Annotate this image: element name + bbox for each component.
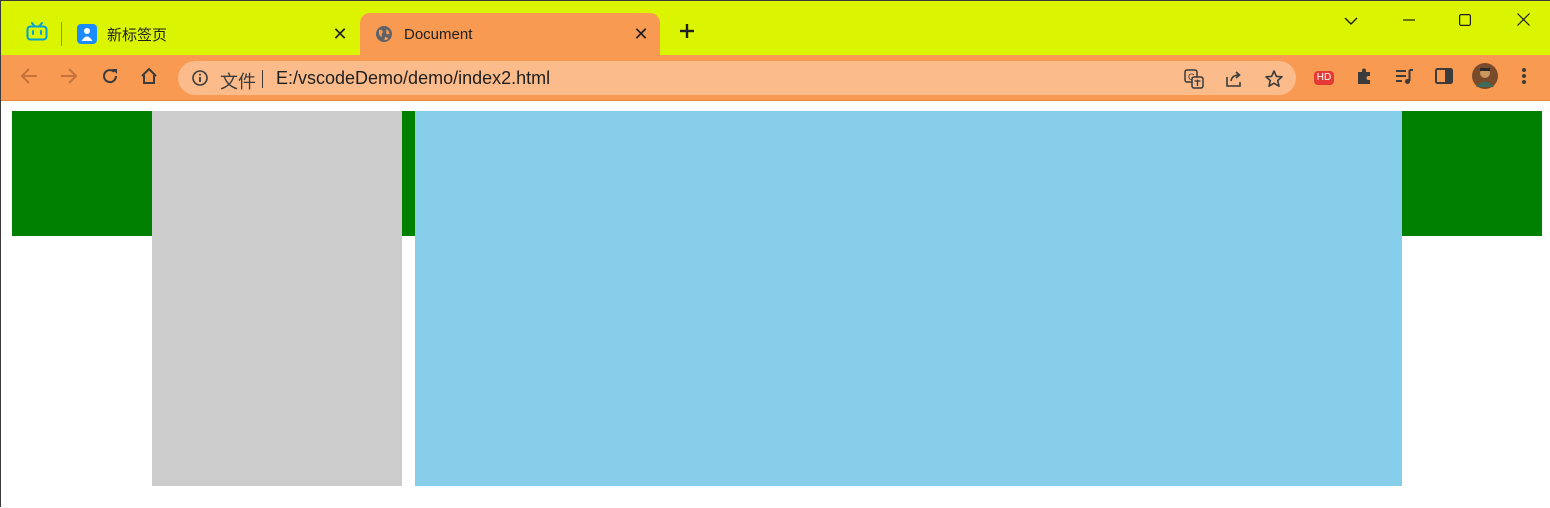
browser-window: 新标签页 ✕ Document ✕ 文件 E:/vscodeDemo/demo/… [0, 0, 1550, 508]
reload-icon [101, 67, 119, 90]
tab-title: Document [404, 25, 473, 43]
page-viewport [2, 101, 1550, 508]
share-icon[interactable] [1222, 67, 1246, 91]
scheme-label: 文件 [220, 72, 256, 92]
reload-button[interactable] [95, 64, 125, 92]
extensions-button[interactable] [1349, 64, 1379, 92]
side-panel-button[interactable] [1429, 64, 1459, 92]
avatar [1472, 62, 1498, 94]
minimize-icon [1403, 13, 1415, 31]
maximize-button[interactable] [1443, 7, 1487, 37]
tab-title: 新标签页 [107, 26, 168, 44]
home-icon [140, 67, 158, 90]
url-text[interactable]: E:/vscodeDemo/demo/index2.html [276, 68, 550, 89]
bilibili-tv-icon [26, 21, 48, 47]
bookmark-star-icon[interactable] [1262, 67, 1286, 91]
close-tab-icon[interactable]: ✕ [329, 23, 351, 45]
profile-button[interactable] [1470, 62, 1500, 94]
puzzle-icon [1354, 66, 1374, 91]
maximize-icon [1459, 13, 1472, 31]
back-button[interactable] [14, 64, 44, 92]
side-panel-icon [1434, 66, 1454, 91]
address-bar[interactable]: 文件 E:/vscodeDemo/demo/index2.html G [178, 61, 1296, 95]
home-button[interactable] [134, 64, 164, 92]
info-icon[interactable] [190, 68, 210, 88]
tab-search-button[interactable] [1329, 7, 1373, 37]
arrow-left-icon [20, 67, 38, 89]
globe-icon [374, 24, 394, 44]
more-vertical-icon [1521, 67, 1527, 90]
hd-badge-text: HD [1316, 72, 1332, 83]
hd-extension-button[interactable]: HD [1309, 64, 1339, 92]
menu-button[interactable] [1509, 64, 1539, 92]
bilibili-person-icon [77, 24, 97, 44]
close-icon [1516, 13, 1530, 31]
new-tab-button[interactable] [673, 19, 701, 47]
close-window-button[interactable] [1501, 7, 1545, 37]
media-control-button[interactable] [1389, 64, 1419, 92]
toolbar: 文件 E:/vscodeDemo/demo/index2.html G HD [1, 55, 1550, 101]
tab-new-tab[interactable]: 新标签页 ✕ [63, 13, 359, 55]
pinned-tab[interactable] [18, 17, 56, 51]
translate-icon[interactable]: G [1182, 67, 1206, 91]
tab-separator [61, 22, 62, 46]
minimize-button[interactable] [1387, 7, 1431, 37]
arrow-right-icon [60, 67, 78, 89]
close-tab-icon[interactable]: ✕ [630, 23, 652, 45]
blue-box [415, 111, 1402, 486]
chevron-down-icon [1344, 13, 1358, 31]
tab-document[interactable]: Document ✕ [360, 13, 660, 55]
plus-icon [678, 22, 696, 45]
playlist-icon [1394, 66, 1414, 91]
gray-box [152, 111, 402, 486]
url-divider [262, 70, 263, 88]
forward-button[interactable] [54, 64, 84, 92]
hd-badge-icon: HD [1313, 71, 1335, 85]
tab-strip: 新标签页 ✕ Document ✕ [1, 1, 1550, 55]
